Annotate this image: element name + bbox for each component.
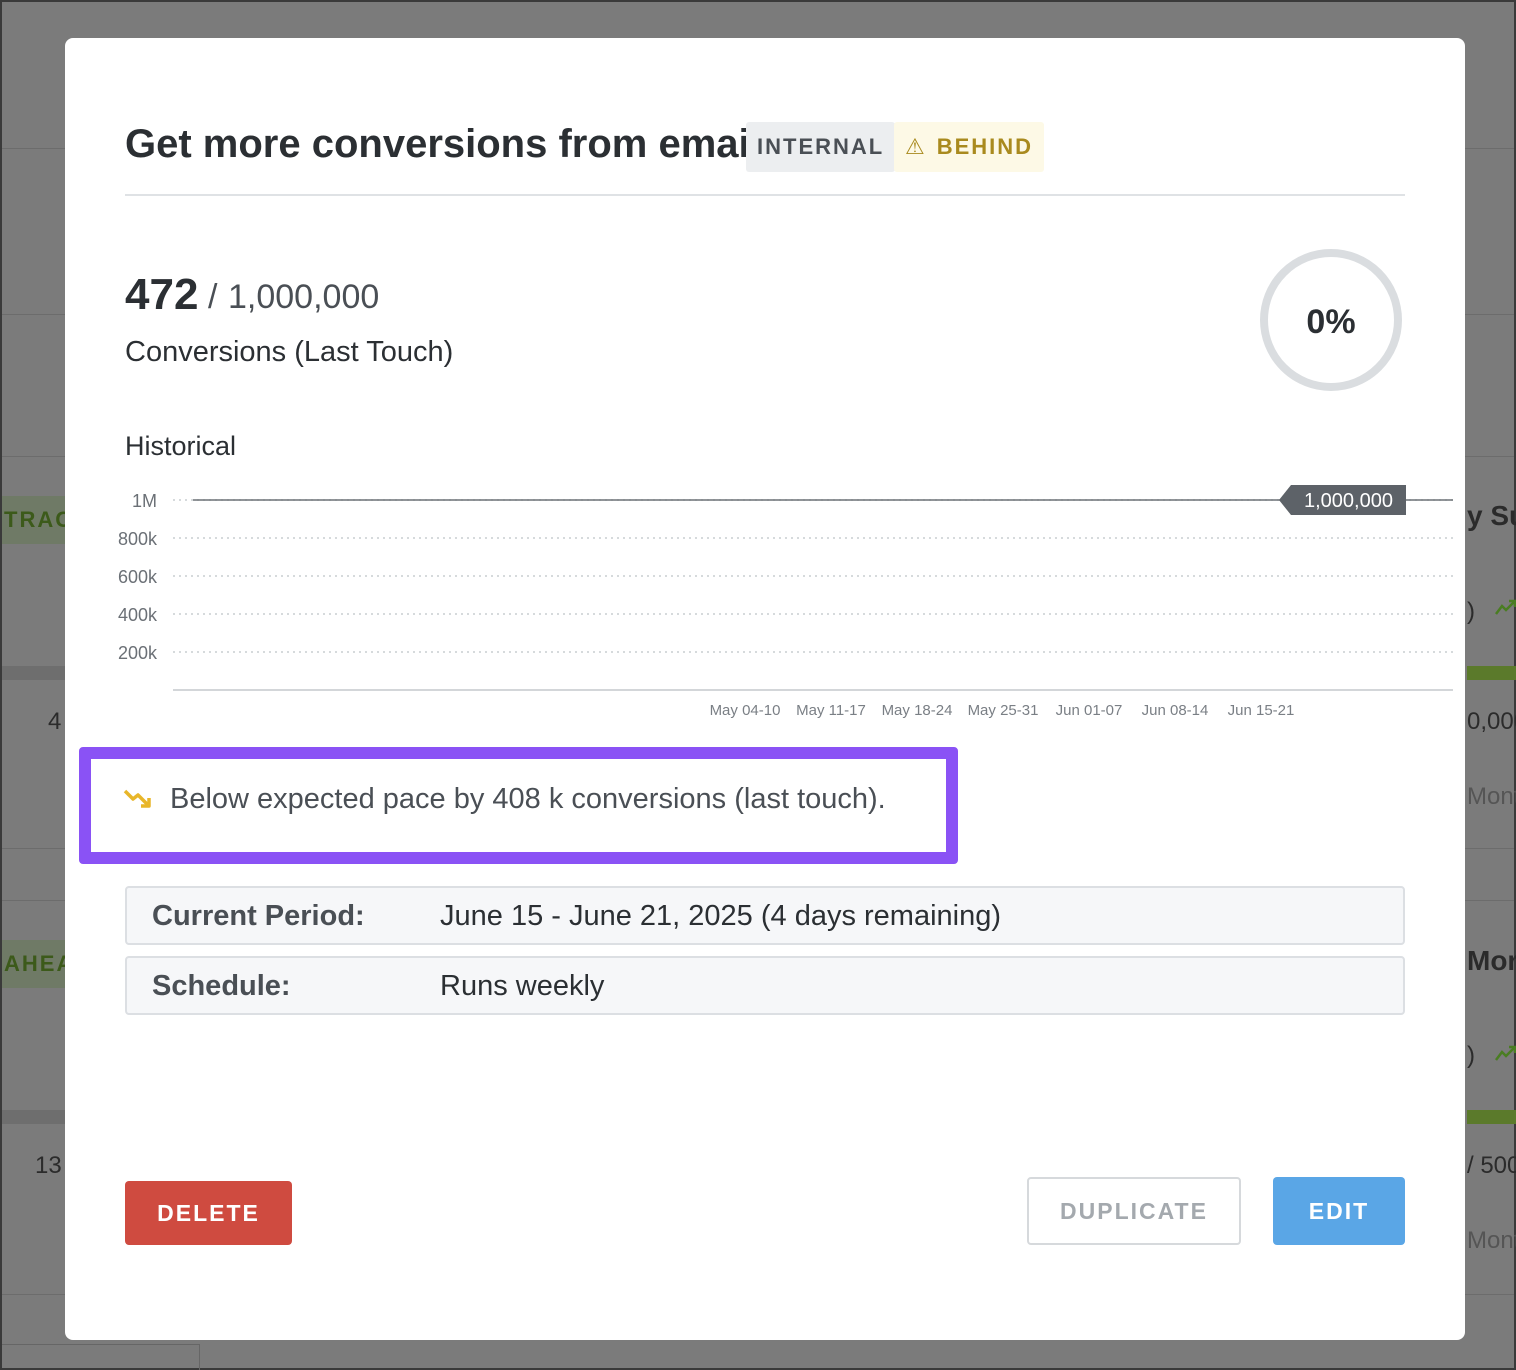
background-progress-bar	[2, 666, 67, 680]
trend-down-icon	[123, 787, 153, 816]
metric-target-value: 1,000,000	[228, 278, 380, 316]
delete-button[interactable]: DELETE	[125, 1181, 292, 1245]
schedule-value: Runs weekly	[440, 970, 605, 1002]
background-target: / 500	[1467, 1152, 1516, 1179]
warning-icon: ⚠	[905, 134, 927, 159]
background-period: Mont	[1467, 783, 1516, 810]
background-progress-bar	[2, 1110, 67, 1124]
background-card-title: Mor	[1467, 945, 1516, 976]
current-period-row: Current Period: June 15 - June 21, 2025 …	[125, 886, 1405, 945]
metric-label: Conversions (Last Touch)	[125, 336, 454, 368]
metric-separator: /	[208, 278, 218, 316]
background-status-badge: AHEA	[2, 940, 67, 988]
chart-x-tick-label: May 11-17	[796, 702, 866, 719]
current-period-value: June 15 - June 21, 2025 (4 days remainin…	[440, 900, 1002, 932]
background-value: )	[1467, 598, 1475, 625]
chart-y-tick-label: 200k	[118, 643, 158, 663]
behind-status-badge: ⚠ BEHIND	[894, 122, 1045, 172]
background-panel-edge	[2, 1344, 200, 1370]
historical-label: Historical	[125, 431, 237, 461]
duplicate-button[interactable]: DUPLICATE	[1027, 1177, 1241, 1245]
schedule-row: Schedule: Runs weekly	[125, 956, 1405, 1015]
background-progress-bar	[1467, 666, 1516, 680]
internal-badge: INTERNAL	[746, 122, 896, 172]
chart-x-tick-label: Jun 08-14	[1142, 702, 1209, 719]
background-status-badge: TRAC	[2, 496, 67, 544]
background-value: 13	[35, 1152, 62, 1179]
modal-header: Get more conversions from email INTERNAL…	[125, 122, 1405, 196]
progress-ring: 0%	[1260, 249, 1402, 391]
background-period: Mont	[1467, 1227, 1516, 1254]
chart-y-tick-label: 400k	[118, 605, 158, 625]
historical-chart: 1M 800k 600k 400k 200k May 04-10 May 11-17 May …	[118, 485, 1453, 719]
chart-x-tick-label: May 04-10	[710, 702, 781, 719]
goal-detail-modal: Get more conversions from email INTERNAL…	[65, 38, 1465, 1340]
behind-label: BEHIND	[936, 134, 1034, 159]
chart-target-label: 1,000,000	[1304, 490, 1393, 512]
schedule-label: Schedule:	[152, 970, 291, 1002]
trend-up-icon	[1495, 1042, 1516, 1068]
chart-y-tick-label: 600k	[118, 567, 158, 587]
chart-x-tick-label: Jun 15-21	[1228, 702, 1295, 719]
background-value: 4	[48, 708, 62, 735]
background-value: )	[1467, 1042, 1475, 1069]
background-target: 0,000	[1467, 708, 1516, 735]
pace-alert: Below expected pace by 408 k conversions…	[79, 747, 958, 864]
goal-title: Get more conversions from email	[125, 122, 761, 166]
metric-current-value: 472	[125, 270, 199, 319]
trend-up-icon	[1495, 596, 1516, 622]
background-card-title: y Su	[1467, 500, 1516, 531]
chart-x-tick-label: Jun 01-07	[1056, 702, 1123, 719]
background-progress-bar	[1467, 1110, 1516, 1124]
chart-y-tick-label: 800k	[118, 529, 158, 549]
current-period-label: Current Period:	[152, 900, 365, 932]
progress-percent: 0%	[1306, 303, 1356, 341]
chart-x-tick-label: May 25-31	[968, 702, 1039, 719]
edit-button[interactable]: EDIT	[1273, 1177, 1405, 1245]
chart-y-tick-label: 1M	[132, 491, 157, 511]
chart-x-tick-label: May 18-24	[882, 702, 953, 719]
pace-alert-text: Below expected pace by 408 k conversions…	[170, 783, 886, 815]
